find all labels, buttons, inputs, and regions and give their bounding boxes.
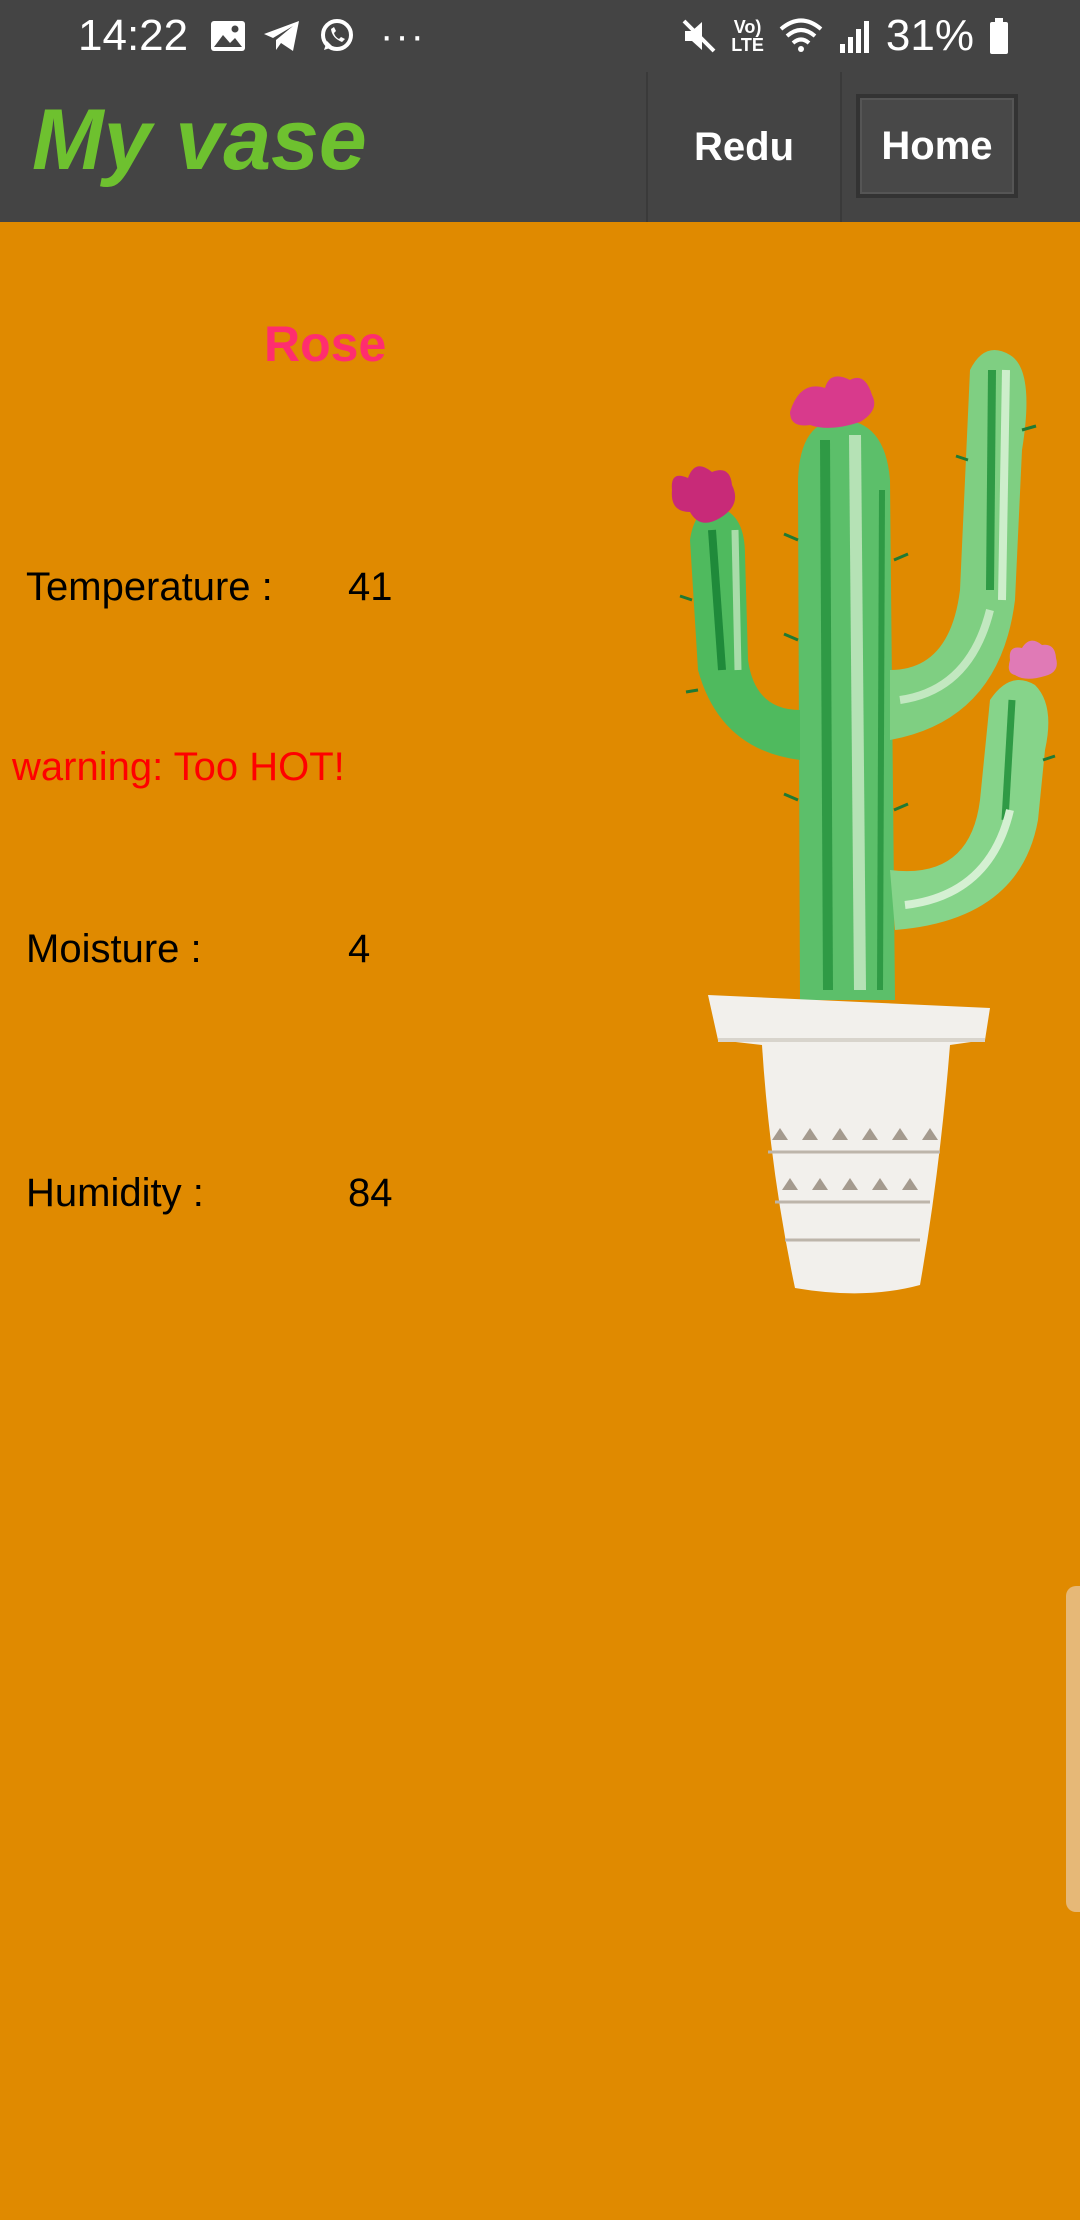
volte-top: Vo) <box>733 17 762 37</box>
redu-button[interactable]: Redu <box>646 72 842 222</box>
status-time: 14:22 <box>78 11 189 60</box>
status-notification-icons: ··· <box>210 14 426 58</box>
cactus-in-pot-illustration <box>671 350 1057 1294</box>
more-notifications-icon: ··· <box>380 14 426 58</box>
mute-icon <box>681 18 717 54</box>
status-system-icons: Vo) LTE 31% <box>681 10 1010 62</box>
volte-bottom: LTE <box>731 35 764 55</box>
scrollbar-handle[interactable] <box>1066 1586 1080 1912</box>
moisture-value: 4 <box>348 927 371 971</box>
plant-name: Rose <box>264 316 387 372</box>
battery-icon <box>988 17 1010 55</box>
telegram-icon <box>262 19 302 53</box>
app-bar: My vase Redu Home <box>0 72 1080 222</box>
battery-percent: 31% <box>885 11 974 60</box>
app-title: My vase <box>32 92 367 188</box>
signal-icon <box>838 18 872 54</box>
moisture-label: Moisture : <box>26 927 202 971</box>
image-icon <box>210 20 246 52</box>
temperature-value: 41 <box>348 565 393 609</box>
whatsapp-icon <box>318 17 356 55</box>
temperature-warning: warning: Too HOT! <box>12 745 345 789</box>
humidity-label: Humidity : <box>26 1171 204 1215</box>
status-bar: 14:22 ··· Vo) LTE 31% <box>0 0 1080 72</box>
volte-icon: Vo) LTE <box>731 18 764 54</box>
temperature-label: Temperature : <box>26 565 273 609</box>
humidity-value: 84 <box>348 1171 393 1215</box>
wifi-icon <box>778 18 824 54</box>
home-button[interactable]: Home <box>856 94 1018 198</box>
